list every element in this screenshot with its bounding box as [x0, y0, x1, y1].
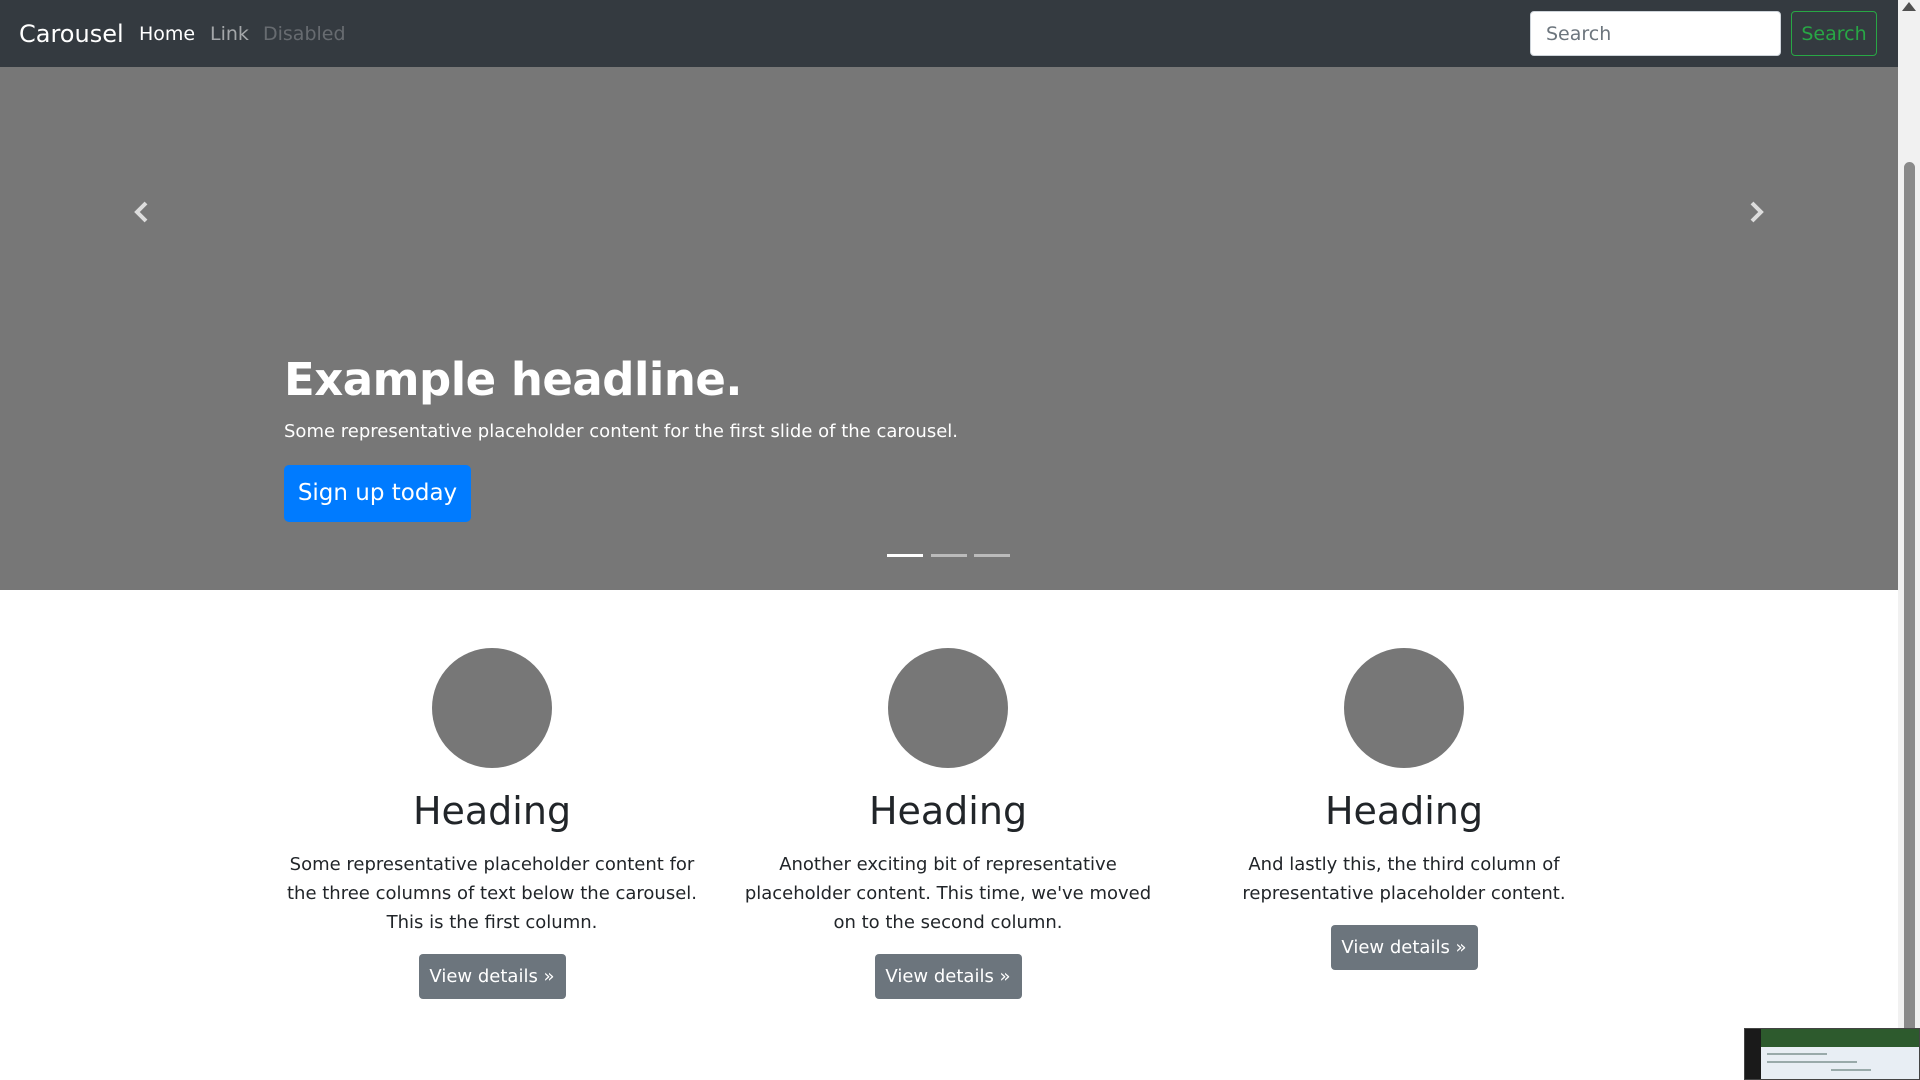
thumbnail-line: [1767, 1053, 1827, 1055]
carousel-prev-button[interactable]: [0, 67, 285, 379]
column-text: Another exciting bit of representative p…: [744, 854, 1152, 933]
column-text: Some representative placeholder content …: [286, 854, 698, 933]
column-heading: Heading: [868, 789, 1028, 833]
carousel-caption: Example headline. Some representative pl…: [284, 353, 1614, 522]
page: Carousel Home Link Disabled Search Examp…: [0, 0, 1898, 1080]
carousel-indicator-3[interactable]: [974, 554, 1010, 557]
column-heading: Heading: [1324, 789, 1484, 833]
vertical-scrollbar[interactable]: [1898, 0, 1920, 1080]
chevron-left-icon: [134, 201, 148, 223]
navbar: Carousel Home Link Disabled Search: [0, 0, 1898, 67]
search-input[interactable]: [1530, 11, 1781, 56]
search-button[interactable]: Search: [1791, 11, 1877, 56]
column-heading: Heading: [412, 789, 572, 833]
placeholder-image: [432, 648, 552, 768]
thumbnail-line: [1831, 1069, 1871, 1071]
sign-up-button[interactable]: Sign up today: [284, 465, 471, 522]
carousel-next-button[interactable]: [1613, 67, 1898, 379]
view-details-button[interactable]: View details »: [1330, 925, 1478, 970]
scroll-up-arrow-icon[interactable]: [1902, 2, 1916, 11]
marketing-column-3: Heading And lastly this, the third colum…: [1194, 648, 1614, 970]
carousel-text: Some representative placeholder content …: [284, 421, 959, 442]
view-details-button[interactable]: View details »: [874, 954, 1022, 999]
carousel-indicator-2[interactable]: [931, 554, 967, 557]
marketing-column-2: Heading Another exciting bit of represen…: [738, 648, 1158, 999]
nav-link-link[interactable]: Link: [210, 22, 249, 46]
nav-link-disabled: Disabled: [263, 23, 346, 45]
brand-link[interactable]: Carousel: [19, 20, 124, 48]
marketing-column-1: Heading Some representative placeholder …: [282, 648, 702, 999]
placeholder-image: [888, 648, 1008, 768]
column-text: And lastly this, the third column of rep…: [1242, 854, 1566, 904]
carousel-indicator-1[interactable]: [887, 554, 923, 557]
thumbnail-line: [1767, 1061, 1857, 1063]
carousel: Example headline. Some representative pl…: [0, 67, 1898, 590]
nav-link-home[interactable]: Home: [139, 22, 195, 46]
thumbnail-content: [1761, 1047, 1919, 1079]
placeholder-image: [1344, 648, 1464, 768]
thumbnail-titlebar: [1761, 1029, 1919, 1047]
window-thumbnail[interactable]: [1744, 1028, 1920, 1080]
chevron-right-icon: [1750, 201, 1764, 223]
view-details-button[interactable]: View details »: [418, 954, 566, 999]
carousel-headline: Example headline.: [284, 353, 742, 406]
scrollbar-thumb[interactable]: [1904, 162, 1915, 1080]
